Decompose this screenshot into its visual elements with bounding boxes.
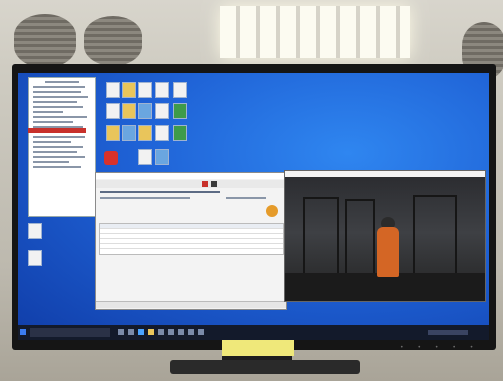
desktop-file-icon[interactable] (122, 125, 136, 141)
taskbar-app-icon[interactable] (188, 329, 194, 335)
desktop-file-icon[interactable] (173, 125, 187, 141)
bezel-buttons[interactable]: • • • • • (400, 344, 479, 351)
status-indicator-icon (266, 205, 278, 217)
system-tray[interactable] (428, 330, 468, 335)
app-header-text (100, 191, 220, 193)
taskbar-app-icon[interactable] (128, 329, 134, 335)
taskbar-app-icon[interactable] (138, 329, 144, 335)
app-info-text (100, 197, 190, 199)
metal-frame (413, 195, 457, 283)
taskbar-app-icon[interactable] (158, 329, 164, 335)
app-table[interactable] (99, 223, 284, 255)
table-row[interactable] (100, 244, 283, 249)
desktop-file-icon[interactable] (173, 103, 187, 119)
task-view-icon[interactable] (118, 329, 124, 335)
taskbar-app-icon[interactable] (148, 329, 154, 335)
floor (285, 273, 485, 301)
ceiling-light (220, 6, 410, 58)
folder-icon[interactable] (122, 103, 136, 119)
app-titlebar[interactable] (96, 173, 286, 179)
desktop-file-icon[interactable] (155, 125, 169, 141)
metal-frame (303, 197, 339, 281)
record-button[interactable] (202, 181, 208, 187)
desktop-file-icon[interactable] (138, 103, 152, 119)
app-window[interactable] (95, 172, 287, 310)
app-statusbar (96, 301, 286, 308)
monitor-base (170, 360, 360, 374)
taskbar-app-icon[interactable] (198, 329, 204, 335)
app-toolbar[interactable] (96, 180, 286, 188)
desktop-file-icon[interactable] (28, 250, 42, 266)
info-widget (28, 77, 96, 217)
folder-icon[interactable] (122, 82, 136, 98)
yellow-sticker (222, 340, 294, 356)
camera-window[interactable] (284, 170, 486, 302)
app-info-text (226, 197, 266, 199)
desktop-file-icon[interactable] (155, 103, 169, 119)
orange-figure (377, 227, 399, 277)
taskbar (18, 325, 489, 340)
search-input[interactable] (30, 328, 110, 337)
reel-icon (14, 14, 76, 68)
stop-button[interactable] (211, 181, 217, 187)
info-alert-bar (28, 128, 86, 133)
windows-start-icon[interactable] (20, 329, 26, 335)
desktop-file-icon[interactable] (138, 149, 152, 165)
reel-icon (84, 16, 142, 66)
desktop-file-icon[interactable] (138, 82, 152, 98)
desktop-file-icon[interactable] (173, 82, 187, 98)
monitor-screen (18, 73, 489, 340)
folder-icon[interactable] (138, 125, 152, 141)
desktop-file-icon[interactable] (106, 82, 120, 98)
folder-icon[interactable] (106, 125, 120, 141)
taskbar-app-icon[interactable] (168, 329, 174, 335)
desktop-file-icon[interactable] (155, 82, 169, 98)
desktop-file-icon[interactable] (106, 103, 120, 119)
stop-sign-icon[interactable] (104, 151, 118, 165)
metal-frame (345, 199, 375, 279)
taskbar-app-icon[interactable] (178, 329, 184, 335)
desktop-file-icon[interactable] (28, 223, 42, 239)
desktop-file-icon[interactable] (155, 149, 169, 165)
camera-view-icon (285, 177, 485, 301)
